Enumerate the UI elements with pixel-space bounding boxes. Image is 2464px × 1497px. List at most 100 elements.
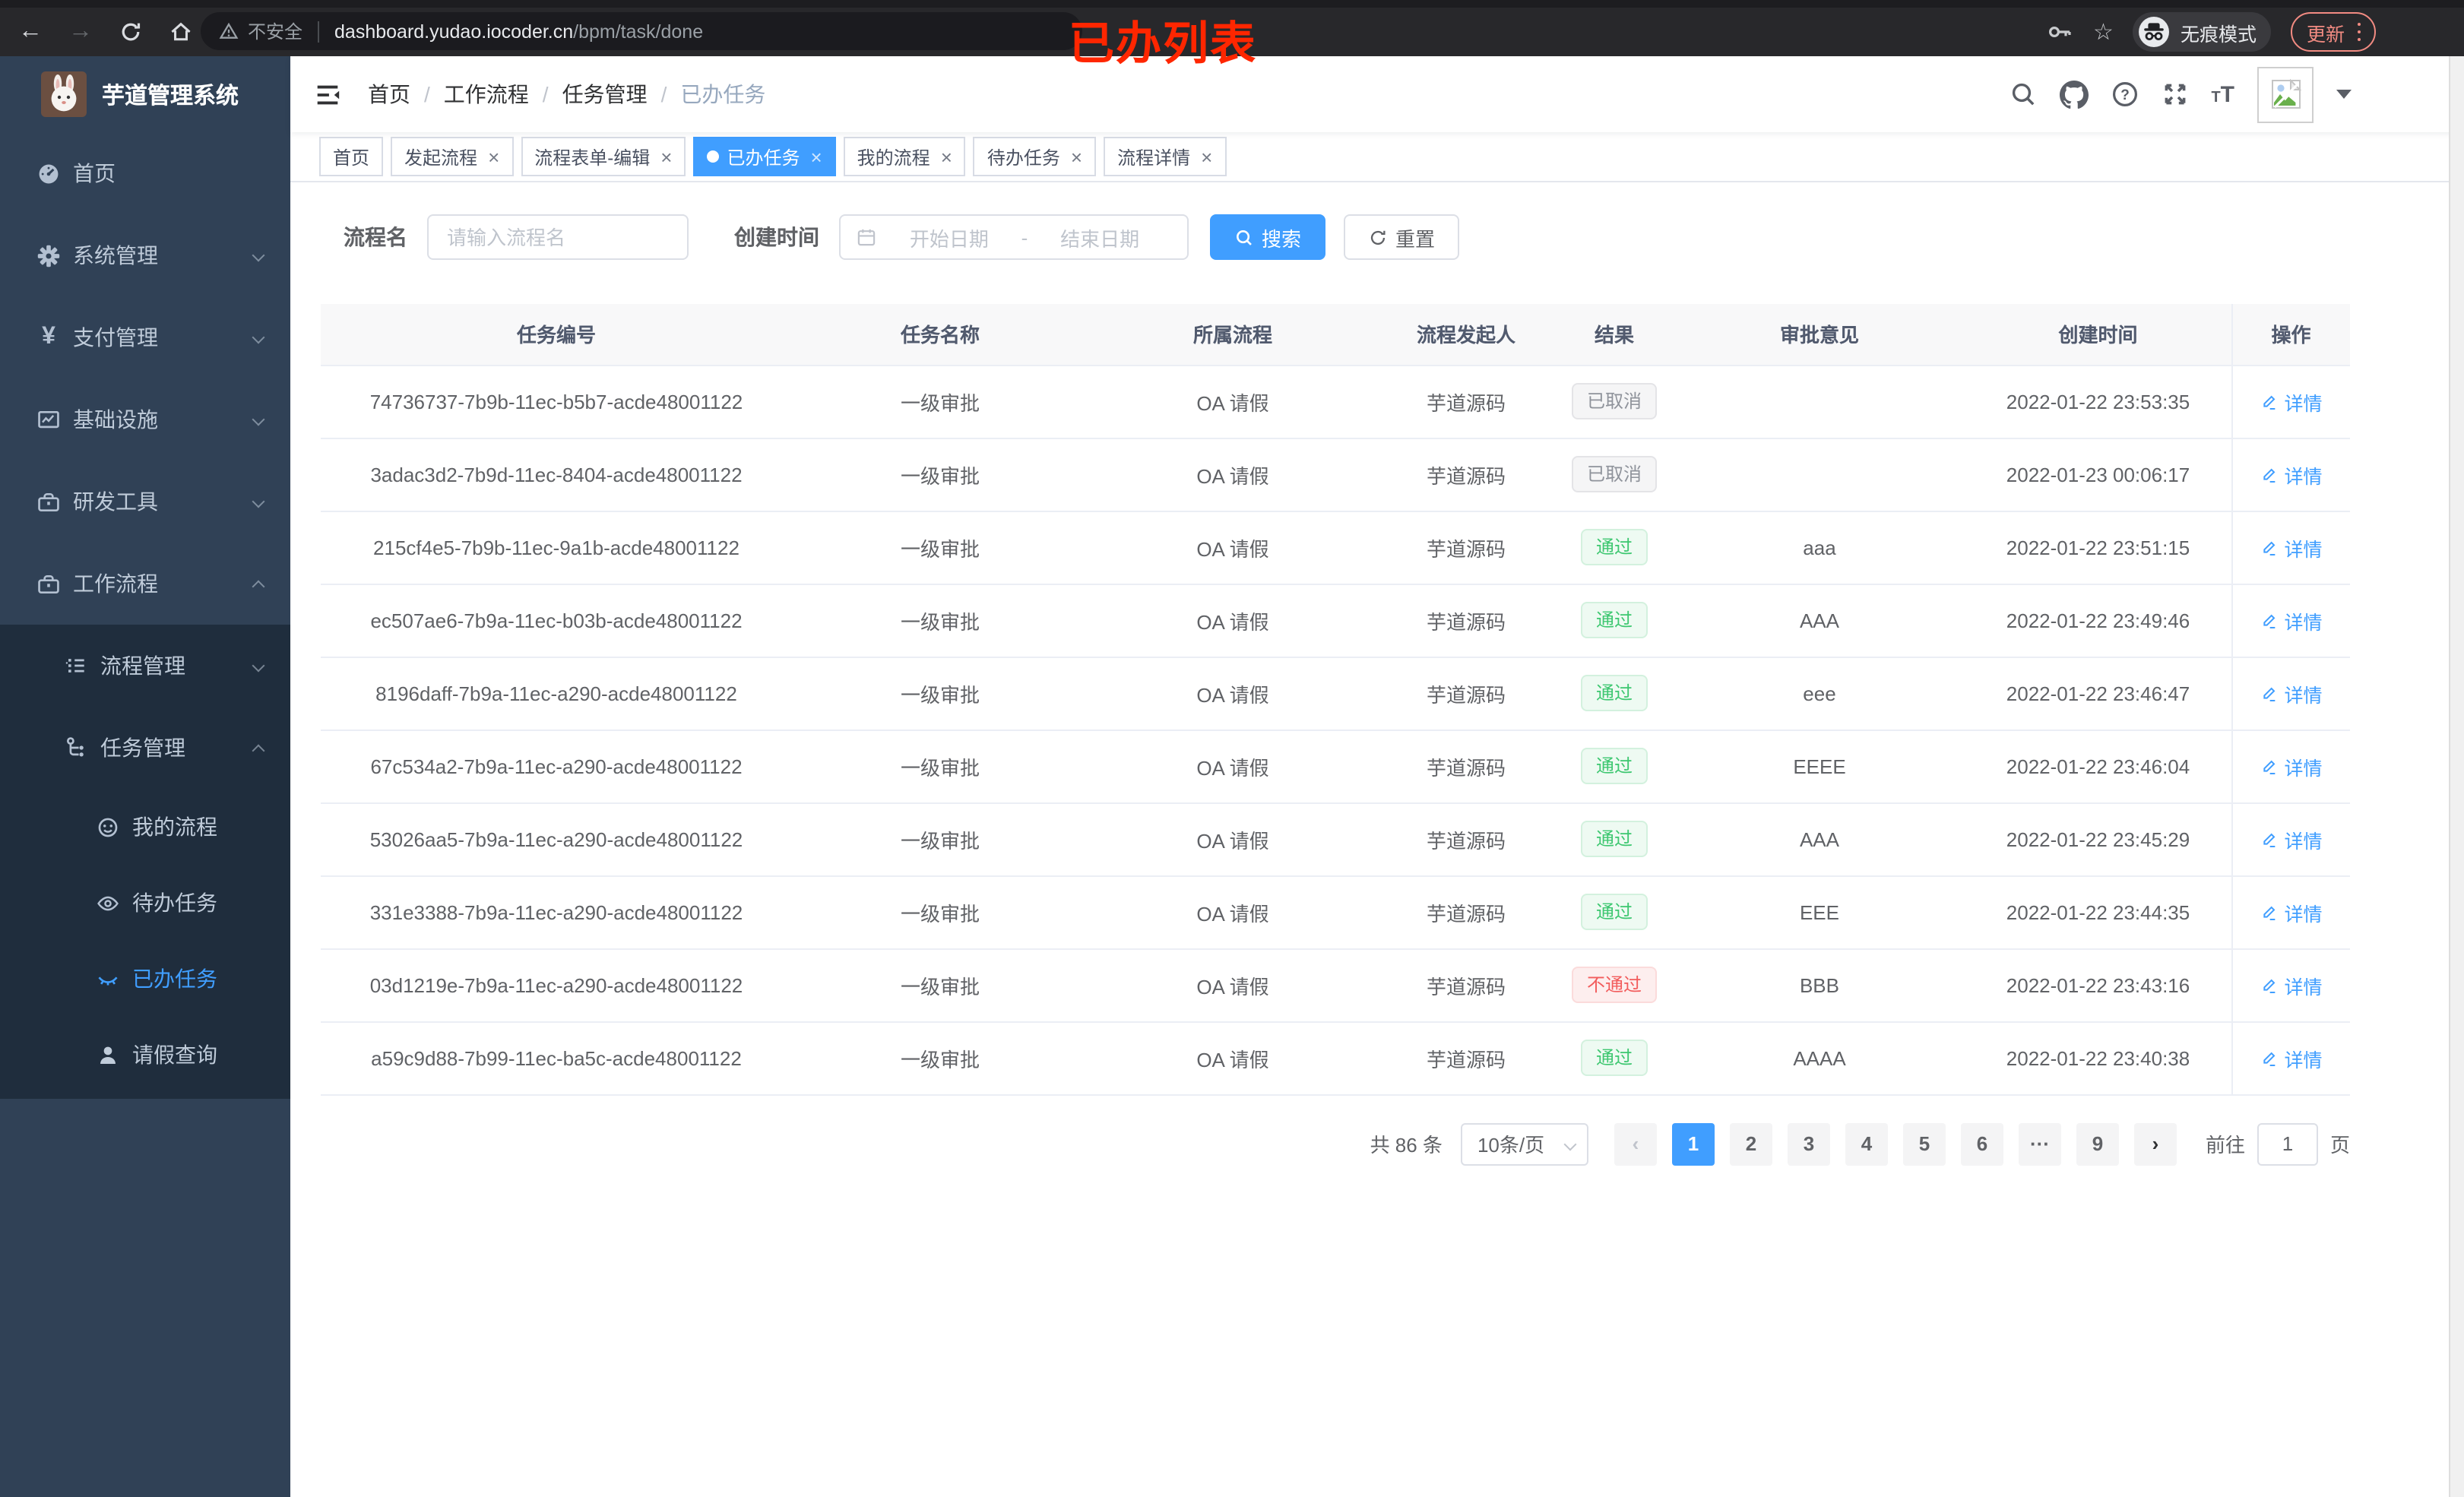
cell-comment: AAA: [1674, 584, 1965, 657]
tab-my-process[interactable]: 我的流程 ×: [843, 137, 966, 176]
page-button-6[interactable]: 6: [1960, 1122, 2003, 1165]
close-icon[interactable]: ×: [660, 147, 672, 166]
sidebar-item-done-tasks[interactable]: 已办任务: [0, 941, 290, 1017]
sidebar-item-label: 工作流程: [73, 571, 158, 596]
next-page-button[interactable]: ›: [2133, 1122, 2177, 1165]
cell-process: OA 请假: [1088, 875, 1377, 949]
browser-back-icon[interactable]: ←: [18, 19, 43, 44]
calendar-icon: [857, 229, 876, 246]
scrollbar[interactable]: [2449, 56, 2464, 1497]
cell-task-name: 一级审批: [792, 657, 1088, 730]
browser-menu-icon[interactable]: [2357, 22, 2361, 42]
sidebar-item-workflow[interactable]: 工作流程: [0, 543, 290, 625]
sidebar-item-payment[interactable]: ¥ 支付管理: [0, 296, 290, 378]
start-date-placeholder[interactable]: 开始日期: [877, 223, 1021, 252]
app-logo-row[interactable]: 芋道管理系统: [0, 56, 290, 132]
help-icon[interactable]: ?: [2111, 81, 2138, 108]
close-icon[interactable]: ×: [1201, 147, 1212, 166]
page-button-4[interactable]: 4: [1845, 1122, 1888, 1165]
sidebar-item-system[interactable]: 系统管理: [0, 214, 290, 296]
browser-forward-icon[interactable]: →: [68, 19, 93, 44]
cell-task-id: 53026aa5-7b9a-11ec-a290-acde48001122: [321, 802, 792, 876]
more-pages-button[interactable]: ···: [2018, 1122, 2061, 1165]
cell-task-id: 74736737-7b9b-11ec-b5b7-acde48001122: [321, 365, 792, 438]
sidebar-item-home[interactable]: 首页: [0, 132, 290, 214]
tab-done-tasks[interactable]: 已办任务 ×: [693, 137, 836, 176]
browser-home-icon[interactable]: [169, 20, 193, 44]
edit-pencil-icon: [2263, 395, 2275, 410]
page-button-3[interactable]: 3: [1787, 1122, 1830, 1165]
sidebar-item-todo-tasks[interactable]: 待办任务: [0, 865, 290, 941]
detail-link[interactable]: 详情: [2260, 460, 2323, 489]
avatar-dropdown-caret[interactable]: [2336, 90, 2352, 99]
detail-link[interactable]: 详情: [2260, 824, 2323, 853]
cell-create-time: 2022-01-22 23:51:15: [1965, 511, 2231, 584]
col-actions: 操作: [2231, 304, 2350, 366]
status-badge: 已取消: [1571, 383, 1657, 419]
page-content: 流程名 创建时间 开始日期 - 结束日期 搜索 重: [290, 182, 2464, 1497]
password-key-icon[interactable]: [2046, 18, 2073, 46]
page-button-5[interactable]: 5: [1902, 1122, 1946, 1165]
cell-process: OA 请假: [1088, 1021, 1377, 1095]
page-button-1[interactable]: 1: [1671, 1122, 1715, 1165]
detail-link[interactable]: 详情: [2260, 533, 2323, 562]
tab-todo-tasks[interactable]: 待办任务 ×: [973, 137, 1097, 176]
breadcrumb-task-management[interactable]: 任务管理: [562, 79, 648, 109]
broken-image-icon: [2271, 79, 2301, 109]
status-badge: 通过: [1580, 1040, 1648, 1076]
process-name-input[interactable]: [427, 214, 689, 260]
tabs-bar: 首页 发起流程 × 流程表单-编辑 × 已办任务 × 我的流程 × 待办任务 × 流程详情…: [290, 132, 2464, 182]
table-row: 74736737-7b9b-11ec-b5b7-acde48001122 一级审…: [321, 365, 2350, 438]
refresh-icon: [1370, 229, 1386, 245]
page-button-9[interactable]: 9: [2076, 1122, 2119, 1165]
tab-process-form-edit[interactable]: 流程表单-编辑 ×: [521, 137, 686, 176]
fullscreen-icon[interactable]: [2161, 81, 2188, 108]
tab-process-detail[interactable]: 流程详情 ×: [1104, 137, 1227, 176]
sidebar-item-infrastructure[interactable]: 基础设施: [0, 378, 290, 460]
close-icon[interactable]: ×: [1071, 147, 1082, 166]
github-icon[interactable]: [2059, 80, 2089, 109]
chevron-down-icon: [252, 413, 265, 426]
font-size-icon[interactable]: TT: [2211, 83, 2234, 106]
detail-link[interactable]: 详情: [2260, 752, 2323, 780]
detail-link[interactable]: 详情: [2260, 970, 2323, 999]
browser-reload-icon[interactable]: [119, 20, 143, 44]
sidebar-item-task-management[interactable]: 任务管理: [0, 707, 290, 789]
detail-link[interactable]: 详情: [2260, 387, 2323, 416]
sidebar-item-label: 支付管理: [73, 325, 158, 350]
url-bar[interactable]: 不安全 dashboard.yudao.iocoder.cn/bpm/task/…: [201, 12, 1082, 50]
search-icon[interactable]: [2009, 81, 2036, 108]
avatar[interactable]: [2257, 66, 2314, 122]
page-size-select[interactable]: 10条/页: [1460, 1122, 1588, 1165]
tab-home[interactable]: 首页: [319, 137, 384, 176]
sidebar-item-leave-query[interactable]: 请假查询: [0, 1017, 290, 1093]
sidebar-item-devtools[interactable]: 研发工具: [0, 460, 290, 543]
security-label[interactable]: 不安全: [248, 18, 302, 44]
browser-update-button[interactable]: 更新: [2291, 12, 2376, 52]
date-range-picker[interactable]: 开始日期 - 结束日期: [839, 214, 1189, 260]
detail-link[interactable]: 详情: [2260, 679, 2323, 707]
goto-page-input[interactable]: [2257, 1122, 2318, 1165]
detail-link[interactable]: 详情: [2260, 606, 2323, 635]
search-button[interactable]: 搜索: [1210, 214, 1326, 260]
page-button-2[interactable]: 2: [1729, 1122, 1772, 1165]
top-navbar: 首页 / 工作流程 / 任务管理 / 已办任务 ? TT: [290, 56, 2464, 132]
sidebar-item-my-process[interactable]: 我的流程: [0, 789, 290, 865]
close-icon[interactable]: ×: [488, 147, 499, 166]
edit-pencil-icon: [2263, 614, 2275, 628]
detail-link[interactable]: 详情: [2260, 897, 2323, 926]
sidebar-item-label: 已办任务: [132, 967, 217, 991]
breadcrumb-home[interactable]: 首页: [368, 79, 410, 109]
breadcrumb-workflow[interactable]: 工作流程: [444, 79, 529, 109]
sidebar-collapse-icon[interactable]: [313, 80, 342, 109]
url-text[interactable]: dashboard.yudao.iocoder.cn/bpm/task/done: [334, 21, 703, 42]
end-date-placeholder[interactable]: 结束日期: [1028, 223, 1172, 252]
prev-page-button[interactable]: ‹: [1614, 1122, 1657, 1165]
bookmark-star-icon[interactable]: ☆: [2093, 21, 2114, 43]
close-icon[interactable]: ×: [941, 147, 952, 166]
reset-button[interactable]: 重置: [1344, 214, 1460, 260]
close-icon[interactable]: ×: [810, 147, 822, 166]
detail-link[interactable]: 详情: [2260, 1043, 2323, 1072]
tab-start-process[interactable]: 发起流程 ×: [391, 137, 514, 176]
sidebar-item-process-management[interactable]: 流程管理: [0, 625, 290, 707]
